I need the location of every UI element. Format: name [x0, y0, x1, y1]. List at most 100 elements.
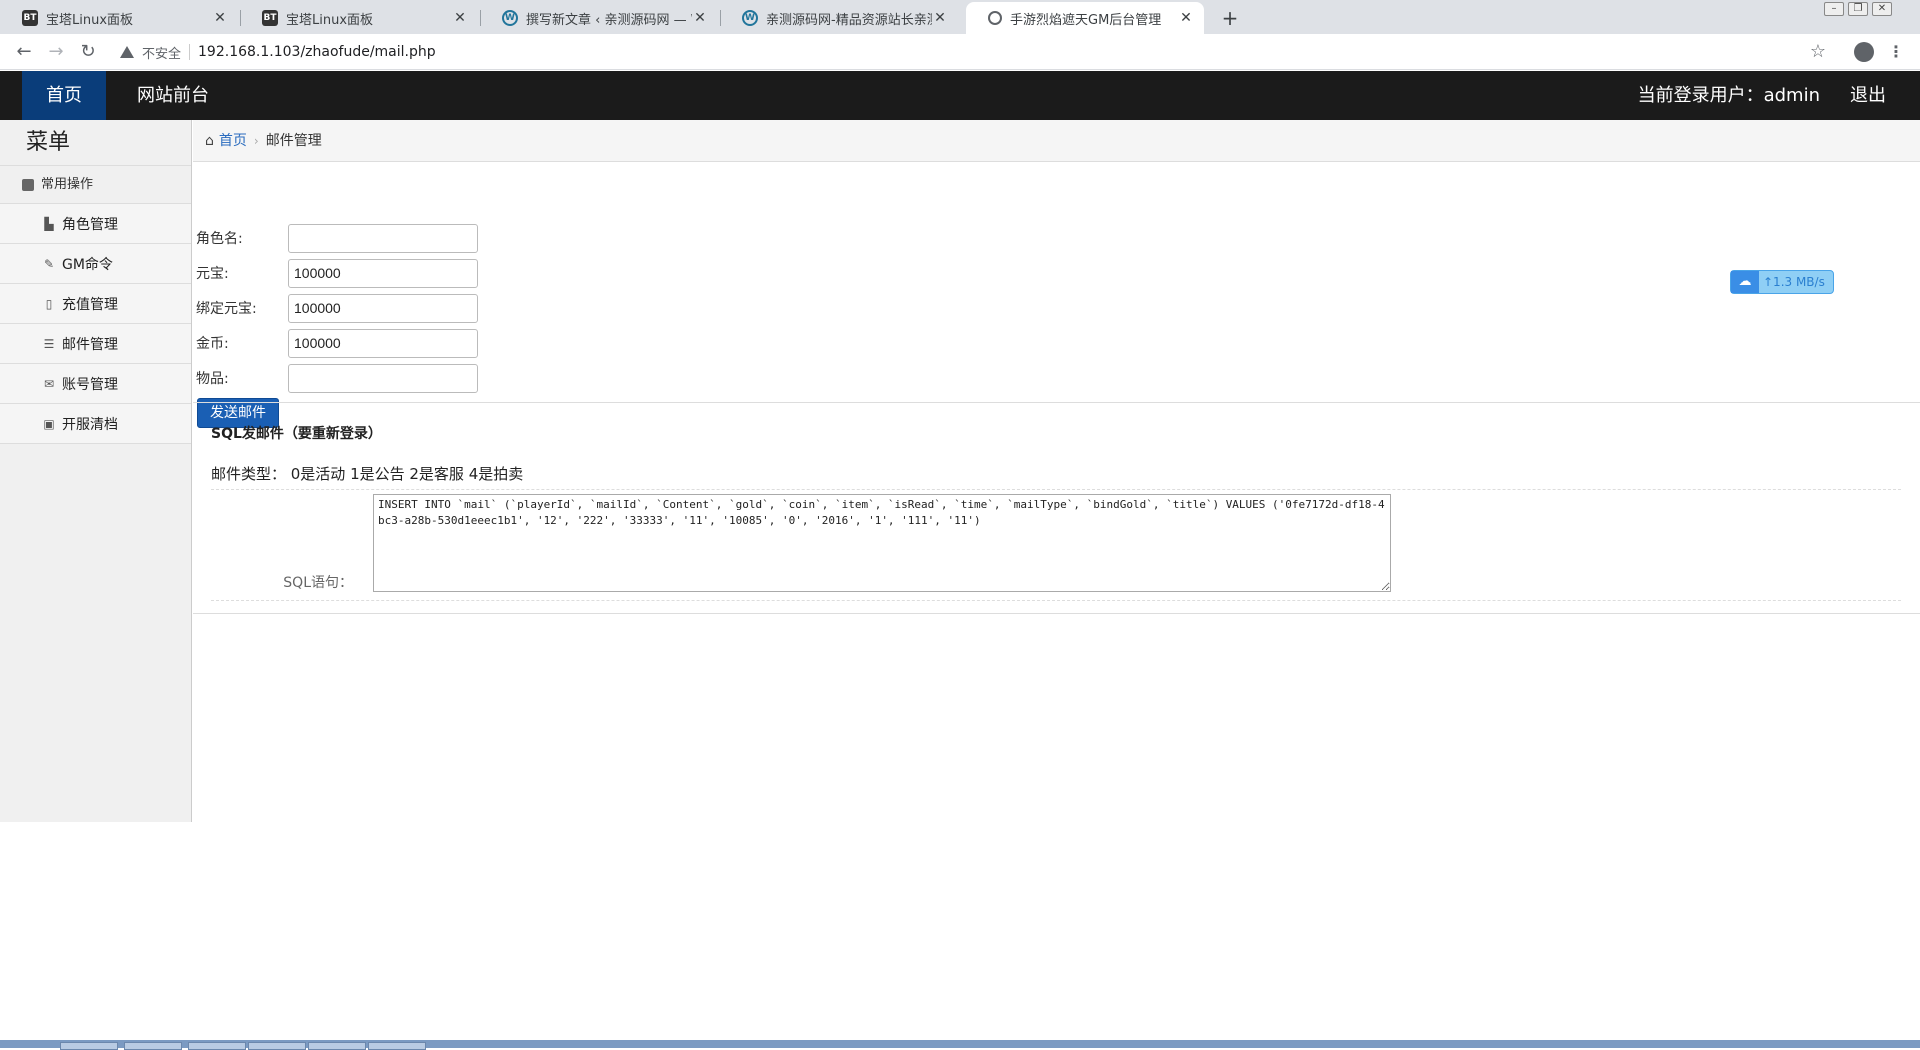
gold-input[interactable] — [288, 328, 478, 358]
sidebar-item-gm-command[interactable]: ✎ GM命令 — [0, 244, 191, 284]
nav-frontend[interactable]: 网站前台 — [113, 71, 233, 120]
close-icon[interactable]: ✕ — [212, 10, 228, 26]
forward-icon[interactable]: → — [44, 40, 68, 64]
breadcrumb-current: 邮件管理 — [265, 132, 322, 149]
envelope-icon: ✉ — [43, 376, 55, 391]
close-icon[interactable]: ✕ — [1178, 10, 1194, 26]
new-tab-button[interactable]: + — [1216, 4, 1244, 32]
breadcrumb: ⌂ 首页 › 邮件管理 — [193, 120, 1920, 162]
browser-tab-3[interactable]: W 撰写新文章 ‹ 亲测源码网 — Wo ✕ — [480, 2, 718, 34]
security-label: 不安全 — [142, 46, 182, 62]
sidebar-item-label: GM命令 — [62, 256, 113, 273]
top-navbar: 首页 网站前台 当前登录用户：admin 退出 — [0, 71, 1920, 120]
sidebar-item-label: 充值管理 — [62, 296, 118, 313]
sidebar-item-mail[interactable]: ☰ 邮件管理 — [0, 324, 191, 364]
globe-icon — [988, 11, 1002, 25]
form-row-yuanbao: 元宝: — [196, 258, 478, 288]
window-close-icon[interactable]: ✕ — [1872, 2, 1892, 16]
bind-yuanbao-input[interactable] — [288, 293, 478, 323]
item-input[interactable] — [288, 363, 478, 393]
tab-title: 亲测源码网-精品资源站长亲测 — [766, 12, 932, 28]
form-row-bind-yuanbao: 绑定元宝: — [196, 293, 478, 323]
divider — [189, 44, 191, 60]
yuanbao-label: 元宝: — [196, 266, 229, 282]
browser-tab-5[interactable]: 手游烈焰遮天GM后台管理 ✕ — [966, 2, 1204, 34]
users-icon: ▙ — [44, 216, 54, 231]
browser-tab-2[interactable]: BT 宝塔Linux面板 ✕ — [240, 2, 478, 34]
browser-tab-4[interactable]: W 亲测源码网-精品资源站长亲测 ✕ — [720, 2, 958, 34]
profile-icon[interactable] — [1854, 42, 1874, 62]
form-row-role-name: 角色名: — [196, 223, 478, 253]
item-label: 物品: — [196, 371, 229, 387]
url-input[interactable]: 不安全 192.168.1.103/zhaofude/mail.php — [108, 39, 1824, 65]
bt-icon: BT — [22, 10, 38, 26]
taskbar-button[interactable] — [60, 1042, 118, 1050]
sidebar-item-label: 邮件管理 — [62, 336, 118, 353]
sidebar-item-label: 账号管理 — [62, 376, 118, 393]
address-bar: ← → ↻ 不安全 192.168.1.103/zhaofude/mail.ph… — [0, 34, 1920, 70]
taskbar-button[interactable] — [248, 1042, 306, 1050]
main-content: ⌂ 首页 › 邮件管理 角色名: 元宝: 绑定元宝: 金币: 物品: 发送邮件 … — [193, 120, 1920, 614]
sidebar-item-recharge[interactable]: ▯ 充值管理 — [0, 284, 191, 324]
minimize-icon[interactable]: – — [1824, 2, 1844, 16]
restore-icon[interactable]: ❐ — [1848, 2, 1868, 16]
taskbar-button[interactable] — [368, 1042, 426, 1050]
wordpress-icon: W — [742, 10, 758, 26]
bind-yuanbao-label: 绑定元宝: — [196, 301, 257, 317]
logout-link[interactable]: 退出 — [1850, 71, 1886, 120]
mail-form: 角色名: 元宝: 绑定元宝: 金币: 物品: 发送邮件 ☁ ↑1.3 MB/s — [193, 162, 1920, 442]
tab-title: 撰写新文章 ‹ 亲测源码网 — Wo — [526, 12, 692, 28]
bookmark-star-icon[interactable]: ☆ — [1810, 40, 1826, 64]
taskbar-button[interactable] — [124, 1042, 182, 1050]
taskbar-button[interactable] — [308, 1042, 366, 1050]
close-icon[interactable]: ✕ — [692, 10, 708, 26]
sql-mail-panel: SQL发邮件（要重新登录） 邮件类型： 0是活动 1是公告 2是客服 4是拍卖 … — [193, 402, 1920, 614]
yuanbao-input[interactable] — [288, 258, 478, 288]
bt-icon: BT — [262, 10, 278, 26]
warning-icon — [120, 46, 134, 58]
form-row-item: 物品: — [196, 363, 478, 393]
sidebar: 菜单 常用操作 ▙ 角色管理 ✎ GM命令 ▯ 充值管理 ☰ 邮件管理 ✉ 账号… — [0, 120, 192, 822]
network-speed-widget[interactable]: ☁ ↑1.3 MB/s — [1730, 270, 1834, 294]
tab-title: 手游烈焰遮天GM后台管理 — [1010, 12, 1162, 28]
sql-row: SQL语句： — [211, 489, 1901, 601]
close-icon[interactable]: ✕ — [932, 10, 948, 26]
gold-label: 金币: — [196, 336, 229, 352]
browser-tab-bar: BT 宝塔Linux面板 ✕ BT 宝塔Linux面板 ✕ W 撰写新文章 ‹ … — [0, 0, 1920, 34]
home-icon: ⌂ — [205, 132, 214, 149]
sidebar-item-server-reset[interactable]: ▣ 开服清档 — [0, 404, 191, 444]
tab-title: 宝塔Linux面板 — [46, 12, 134, 28]
wrench-icon: ✎ — [43, 256, 55, 271]
url-text: 192.168.1.103/zhaofude/mail.php — [198, 44, 436, 60]
sql-panel-title: SQL发邮件（要重新登录） — [211, 426, 382, 442]
current-user-label: 当前登录用户：admin — [1637, 85, 1820, 106]
role-name-input[interactable] — [288, 223, 478, 253]
sidebar-item-roles[interactable]: ▙ 角色管理 — [0, 204, 191, 244]
group-label: 常用操作 — [41, 176, 94, 192]
back-icon[interactable]: ← — [12, 40, 36, 64]
close-icon[interactable]: ✕ — [452, 10, 468, 26]
form-row-gold: 金币: — [196, 328, 478, 358]
chevron-right-icon: › — [253, 133, 259, 148]
browser-tab-1[interactable]: BT 宝塔Linux面板 ✕ — [0, 2, 238, 34]
sql-statement-textarea[interactable] — [373, 494, 1391, 592]
sidebar-item-accounts[interactable]: ✉ 账号管理 — [0, 364, 191, 404]
menu-dots-icon[interactable]: ⋮ — [1888, 40, 1904, 64]
nav-home[interactable]: 首页 — [22, 71, 106, 120]
tab-title: 宝塔Linux面板 — [286, 12, 374, 28]
sidebar-title: 菜单 — [0, 120, 191, 166]
breadcrumb-home[interactable]: 首页 — [219, 120, 247, 162]
role-name-label: 角色名: — [196, 231, 243, 247]
upload-speed: ↑1.3 MB/s — [1763, 275, 1825, 289]
sidebar-item-label: 开服清档 — [62, 416, 118, 433]
wordpress-icon: W — [502, 10, 518, 26]
taskbar-button[interactable] — [188, 1042, 246, 1050]
picture-icon: ▣ — [43, 416, 55, 431]
minus-square-icon — [22, 178, 34, 191]
sql-statement-label: SQL语句： — [283, 575, 353, 591]
os-taskbar — [0, 1040, 1920, 1050]
reload-icon[interactable]: ↻ — [76, 40, 100, 64]
cloud-icon: ☁ — [1731, 271, 1759, 293]
sidebar-group-common[interactable]: 常用操作 — [0, 166, 191, 204]
sidebar-item-label: 角色管理 — [62, 216, 118, 233]
